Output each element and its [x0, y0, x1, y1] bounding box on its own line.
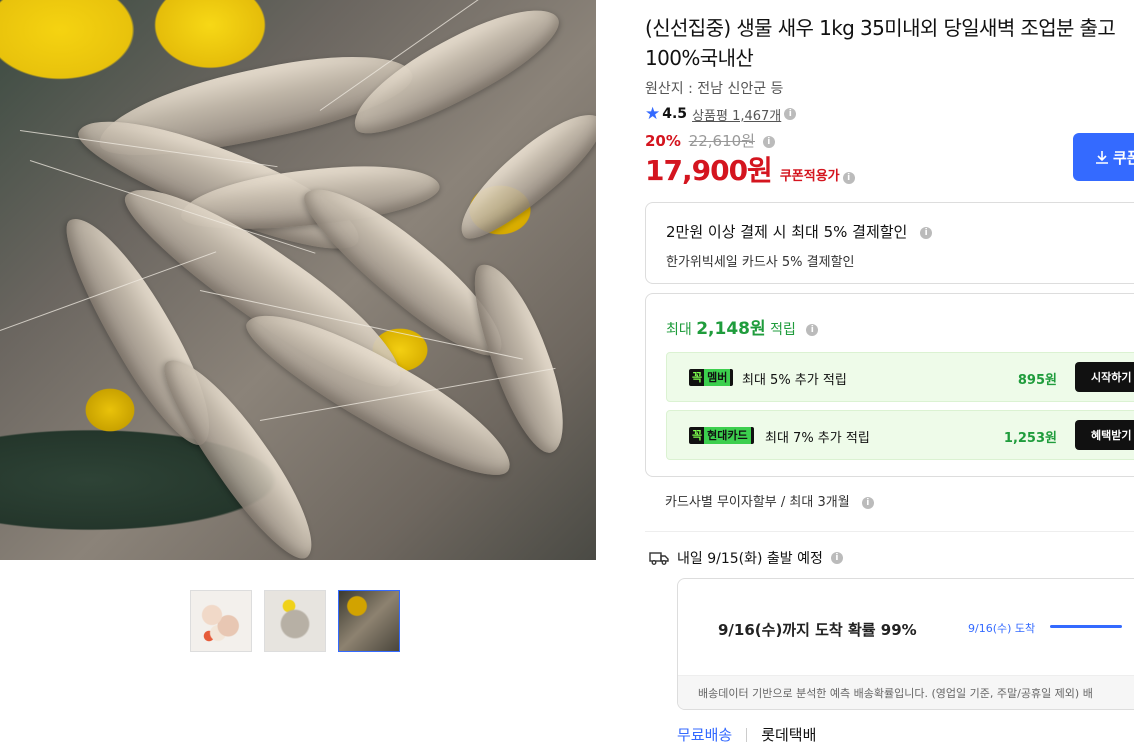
- coupon-price-label: 쿠폰적용가: [779, 169, 840, 184]
- truck-icon: [649, 552, 669, 565]
- card-discount-headline: 2만원 이상 결제 시 최대 5% 결제할인 i: [666, 221, 1134, 242]
- product-title: (신선집중) 생물 새우 1kg 35미내외 당일새벽 조업분 출고 100%국…: [645, 16, 1116, 70]
- arrival-probability-box: 9/16(수)까지 도착 확률 99% 9/16(수) 도착 배송데이터 기반으…: [677, 578, 1134, 710]
- info-icon[interactable]: i: [830, 552, 843, 564]
- product-origin: 원산지 : 전남 신안군 등: [645, 81, 784, 97]
- reward-amount: 895원: [1017, 373, 1057, 388]
- divider: [746, 727, 748, 742]
- info-icon[interactable]: i: [784, 108, 797, 120]
- rating-score: 4.5: [662, 106, 688, 122]
- product-main-image: [0, 0, 596, 560]
- card-discount-detail: 한가위빅세일 카드사 5% 결제할인: [666, 255, 855, 270]
- review-count-link[interactable]: 상품평 1,467개: [692, 105, 781, 124]
- divider: [645, 531, 1134, 532]
- discount-rate: 20%: [645, 132, 681, 150]
- thumbnail-3-selected[interactable]: [338, 590, 400, 652]
- thumbnail-2[interactable]: [264, 590, 326, 652]
- get-benefit-button[interactable]: 혜택받기: [1075, 420, 1134, 450]
- coupon-download-button[interactable]: 쿠폰: [1073, 133, 1134, 181]
- free-shipping-link[interactable]: 무료배송: [677, 724, 732, 745]
- shipping-fee-row: 무료배송 롯데택배: [677, 724, 816, 745]
- reward-max-amount: 2,148원: [696, 319, 766, 339]
- reward-row-membership: 꼭 멤버 최대 5% 추가 적립 895원 시작하기: [666, 352, 1134, 402]
- info-icon[interactable]: i: [861, 496, 874, 509]
- discount-row: 20% 22,610원 i: [645, 130, 775, 151]
- reward-max-title: 최대 2,148원 적립 i: [666, 314, 819, 339]
- reward-row-hyundai-card: 꼭 현대카드 최대 7% 추가 적립 1,253원 혜택받기: [666, 410, 1134, 460]
- installment-info: 카드사별 무이자할부 / 최대 3개월 i: [665, 491, 874, 510]
- carrier-name: 롯데택배: [761, 726, 817, 744]
- star-icon: ★: [645, 104, 661, 124]
- reward-amount: 1,253원: [1003, 431, 1057, 446]
- reward-text: 최대 5% 추가 적립: [742, 373, 847, 388]
- info-icon[interactable]: i: [762, 135, 775, 148]
- sale-price: 17,900원: [645, 154, 773, 187]
- arrival-disclaimer: 배송데이터 기반으로 분석한 예측 배송확률입니다. (영업일 기준, 주말/공…: [678, 675, 1134, 709]
- original-price: 22,610원: [688, 132, 755, 150]
- rating-row: ★ 4.5 상품평 1,467개 i: [645, 104, 797, 124]
- coupon-button-label: 쿠폰: [1113, 148, 1134, 167]
- download-icon: [1096, 151, 1108, 164]
- reward-text: 최대 7% 추가 적립: [765, 431, 870, 446]
- hyundai-card-badge: 꼭 현대카드: [689, 427, 754, 444]
- shipping-departure: 내일 9/15(화) 출발 예정 i: [649, 548, 843, 568]
- info-icon[interactable]: i: [920, 226, 933, 239]
- info-icon[interactable]: i: [842, 172, 855, 184]
- arrival-probability-text: 9/16(수)까지 도착 확률 99%: [718, 621, 917, 639]
- arrival-probability-bar: [1050, 625, 1122, 628]
- thumbnail-1[interactable]: [190, 590, 252, 652]
- arrival-date-label: 9/16(수) 도착: [968, 622, 1036, 635]
- info-icon[interactable]: i: [806, 324, 819, 336]
- rewards-box: 최대 2,148원 적립 i 꼭 멤버 최대 5% 추가 적립 895원 시작하기…: [645, 293, 1134, 477]
- start-membership-button[interactable]: 시작하기: [1075, 362, 1134, 392]
- card-discount-box: 2만원 이상 결제 시 최대 5% 결제할인 i 한가위빅세일 카드사 5% 결…: [645, 202, 1134, 284]
- thumbnail-strip: [190, 590, 400, 652]
- membership-badge: 꼭 멤버: [689, 369, 734, 386]
- price-row: 17,900원 쿠폰적용가 i: [645, 149, 855, 189]
- product-info-panel: (신선집중) 생물 새우 1kg 35미내외 당일새벽 조업분 출고 100%국…: [645, 0, 1134, 755]
